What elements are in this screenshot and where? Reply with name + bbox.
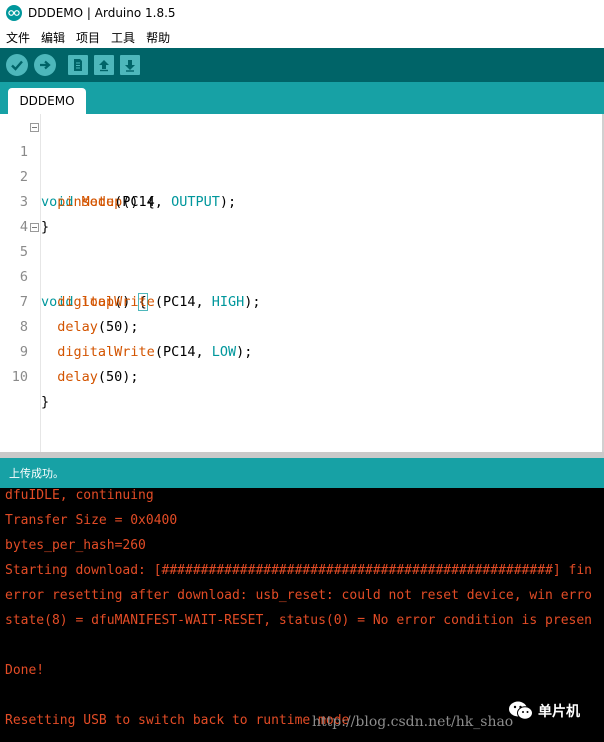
open-button[interactable] — [94, 55, 114, 75]
function-name: delay — [57, 369, 98, 385]
wechat-watermark: 单片机 — [508, 700, 580, 722]
line-number: 10 — [11, 369, 28, 385]
menu-sketch[interactable]: 项目 — [70, 29, 105, 46]
code-line: 10 } — [0, 340, 604, 410]
upload-icon — [40, 60, 51, 70]
title-bar: DDDEMO | Arduino 1.8.5 — [0, 0, 604, 26]
fold-toggle-icon[interactable] — [30, 223, 39, 232]
console-line: Starting download: [####################… — [5, 563, 592, 578]
code-line: 4 — [0, 190, 604, 235]
console-line: error resetting after download: usb_rese… — [5, 588, 592, 603]
open-icon — [99, 60, 109, 72]
menu-bar: 文件 编辑 项目 工具 帮助 — [0, 26, 604, 48]
upload-button[interactable] — [34, 54, 56, 76]
code-line: 3 } — [0, 165, 604, 235]
console-line: Resetting USB to switch back to runtime … — [5, 713, 350, 728]
console-line: dfuIDLE, continuing — [5, 488, 154, 503]
verify-icon — [11, 60, 23, 71]
fold-toggle-icon[interactable] — [30, 123, 39, 132]
save-button[interactable] — [120, 55, 140, 75]
menu-tools[interactable]: 工具 — [105, 29, 140, 46]
wechat-icon — [509, 701, 533, 720]
menu-help[interactable]: 帮助 — [140, 29, 175, 46]
code-editor[interactable]: 1 void setup() { 2 pinMode(PC14, OUTPUT)… — [0, 114, 604, 452]
code-text: } — [41, 394, 50, 410]
watermark-url: http://blog.csdn.net/hk_shao — [312, 714, 514, 730]
console-line: Transfer Size = 0x0400 — [5, 513, 178, 528]
code-line: 7 delay(50); — [0, 265, 604, 335]
new-icon — [74, 59, 82, 71]
code-line: 6 digitalWrite(PC14, HIGH); — [0, 240, 604, 310]
console-line: bytes_per_hash=260 — [5, 538, 146, 553]
code-line: 1 void setup() { — [0, 115, 604, 210]
tab-dddemo[interactable]: DDDEMO — [8, 88, 86, 114]
code-line: 2 pinMode(PC14, OUTPUT); — [0, 140, 604, 210]
console-line: Done! — [5, 663, 45, 678]
menu-file[interactable]: 文件 — [0, 29, 35, 46]
code-line: 8 digitalWrite(PC14, LOW); — [0, 290, 604, 360]
save-icon — [125, 60, 135, 72]
new-button[interactable] — [68, 55, 88, 75]
menu-edit[interactable]: 编辑 — [35, 29, 70, 46]
console-line: state(8) = dfuMANIFEST-WAIT-RESET, statu… — [5, 613, 592, 628]
code-line: 5 void loop() { — [0, 215, 604, 311]
code-text: (50); — [97, 369, 139, 385]
status-bar: 上传成功。 — [0, 458, 604, 488]
arduino-logo-icon — [6, 5, 22, 21]
toolbar — [0, 48, 604, 82]
tab-strip: DDDEMO — [0, 82, 604, 114]
window-title: DDDEMO | Arduino 1.8.5 — [28, 6, 176, 20]
verify-button[interactable] — [6, 54, 28, 76]
status-message: 上传成功。 — [9, 467, 64, 480]
code-line: 9 delay(50); — [0, 315, 604, 385]
wechat-brand: 单片机 — [538, 704, 580, 720]
